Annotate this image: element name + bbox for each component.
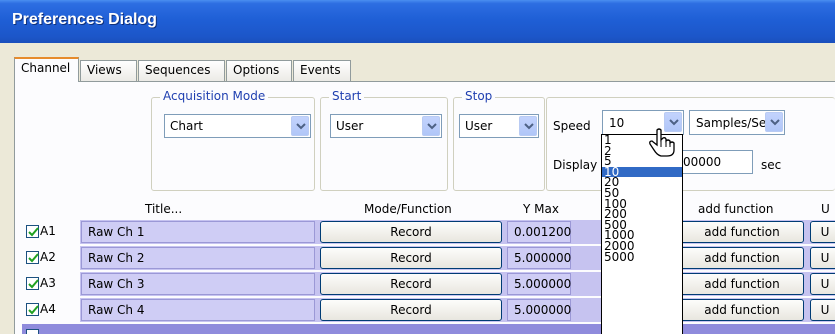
row-title: Raw Ch 4	[88, 303, 145, 317]
row-title: Raw Ch 1	[88, 225, 145, 239]
chevron-down-icon[interactable]	[519, 116, 537, 136]
speed-value: 10	[609, 116, 625, 130]
tab-views[interactable]: Views	[80, 60, 137, 81]
checkbox-a1[interactable]	[26, 225, 39, 238]
table-row-partial	[22, 324, 835, 334]
row-id: A1	[40, 224, 56, 238]
title-bar[interactable]: Preferences Dialog	[0, 0, 835, 43]
display-label: Display	[553, 158, 598, 172]
acquisition-mode-value: Chart	[170, 119, 203, 133]
acquisition-mode-group: Acquisition Mode	[151, 89, 315, 191]
row-id: A2	[40, 250, 56, 264]
checkbox-a4[interactable]	[26, 303, 39, 316]
acquisition-mode-select[interactable]: Chart	[164, 114, 311, 138]
row-title-cell[interactable]: Raw Ch 2	[81, 247, 315, 269]
start-select[interactable]: User	[330, 114, 442, 138]
ymax-value: 0.001200	[514, 225, 572, 239]
tab-sequences[interactable]: Sequences	[138, 60, 225, 81]
stop-label: Stop	[462, 89, 496, 103]
chevron-down-icon[interactable]	[291, 116, 309, 136]
ymax-value: 5.000000	[514, 303, 572, 317]
stop-select[interactable]: User	[459, 114, 539, 138]
preferences-dialog: Preferences Dialog Channel Views Sequenc…	[0, 0, 835, 334]
checkbox-a2[interactable]	[26, 251, 39, 264]
row-title: Raw Ch 3	[88, 277, 145, 291]
ymax-cell[interactable]: 5.000000	[507, 247, 571, 269]
row-title: Raw Ch 2	[88, 251, 145, 265]
column-add-function[interactable]: add function	[698, 202, 773, 216]
tab-options[interactable]: Options	[226, 60, 292, 81]
checkbox-partial[interactable]	[26, 329, 39, 334]
mode-button[interactable]: Record	[320, 299, 502, 321]
row-id: A4	[40, 302, 56, 316]
mode-button[interactable]: Record	[320, 221, 502, 243]
acquisition-mode-label: Acquisition Mode	[160, 89, 269, 103]
start-label: Start	[329, 89, 365, 103]
units-button[interactable]: U	[810, 299, 835, 321]
tab-events[interactable]: Events	[293, 60, 351, 81]
speed-unit-select[interactable]: Samples/Sec	[689, 110, 785, 135]
column-mode-function[interactable]: Mode/Function	[364, 202, 452, 216]
row-title-cell[interactable]: Raw Ch 1	[81, 221, 315, 243]
checkbox-a3[interactable]	[26, 277, 39, 290]
window-title: Preferences Dialog	[12, 11, 157, 28]
add-function-button[interactable]: add function	[680, 299, 804, 321]
add-function-button[interactable]: add function	[680, 221, 804, 243]
chevron-down-icon[interactable]	[765, 112, 783, 132]
units-button[interactable]: U	[810, 273, 835, 295]
speed-unit-value: Samples/Sec	[696, 116, 773, 130]
ymax-cell[interactable]: 5.000000	[507, 299, 571, 321]
units-button[interactable]: U	[810, 247, 835, 269]
stop-group: Stop	[453, 89, 545, 191]
column-title[interactable]: Title...	[145, 202, 182, 216]
add-function-button[interactable]: add function	[680, 273, 804, 295]
column-ymax[interactable]: Y Max	[523, 202, 559, 216]
row-title-cell[interactable]: Raw Ch 4	[81, 299, 315, 321]
column-u[interactable]: U	[821, 202, 830, 216]
chevron-down-icon[interactable]	[422, 116, 440, 136]
speed-label: Speed	[553, 119, 591, 133]
row-title-cell[interactable]: Raw Ch 3	[81, 273, 315, 295]
add-function-button[interactable]: add function	[680, 247, 804, 269]
speed-dropdown-list[interactable]: 1 2 5 10 20 50 100 200 500 1000 2000 500…	[601, 134, 683, 334]
units-button[interactable]: U	[810, 221, 835, 243]
ymax-cell[interactable]: 0.001200	[507, 221, 571, 243]
stop-value: User	[465, 119, 493, 133]
display-value: 00000	[683, 155, 722, 169]
mode-button[interactable]: Record	[320, 273, 502, 295]
row-id: A3	[40, 276, 56, 290]
start-group: Start	[320, 89, 448, 191]
ymax-value: 5.000000	[514, 251, 572, 265]
mode-button[interactable]: Record	[320, 247, 502, 269]
ymax-cell[interactable]: 5.000000	[507, 273, 571, 295]
ymax-value: 5.000000	[514, 277, 572, 291]
tab-channel[interactable]: Channel	[14, 57, 79, 82]
display-unit: sec	[761, 158, 782, 172]
hand-cursor-icon	[648, 128, 676, 161]
speed-option[interactable]: 5000	[602, 251, 682, 263]
start-value: User	[336, 119, 364, 133]
